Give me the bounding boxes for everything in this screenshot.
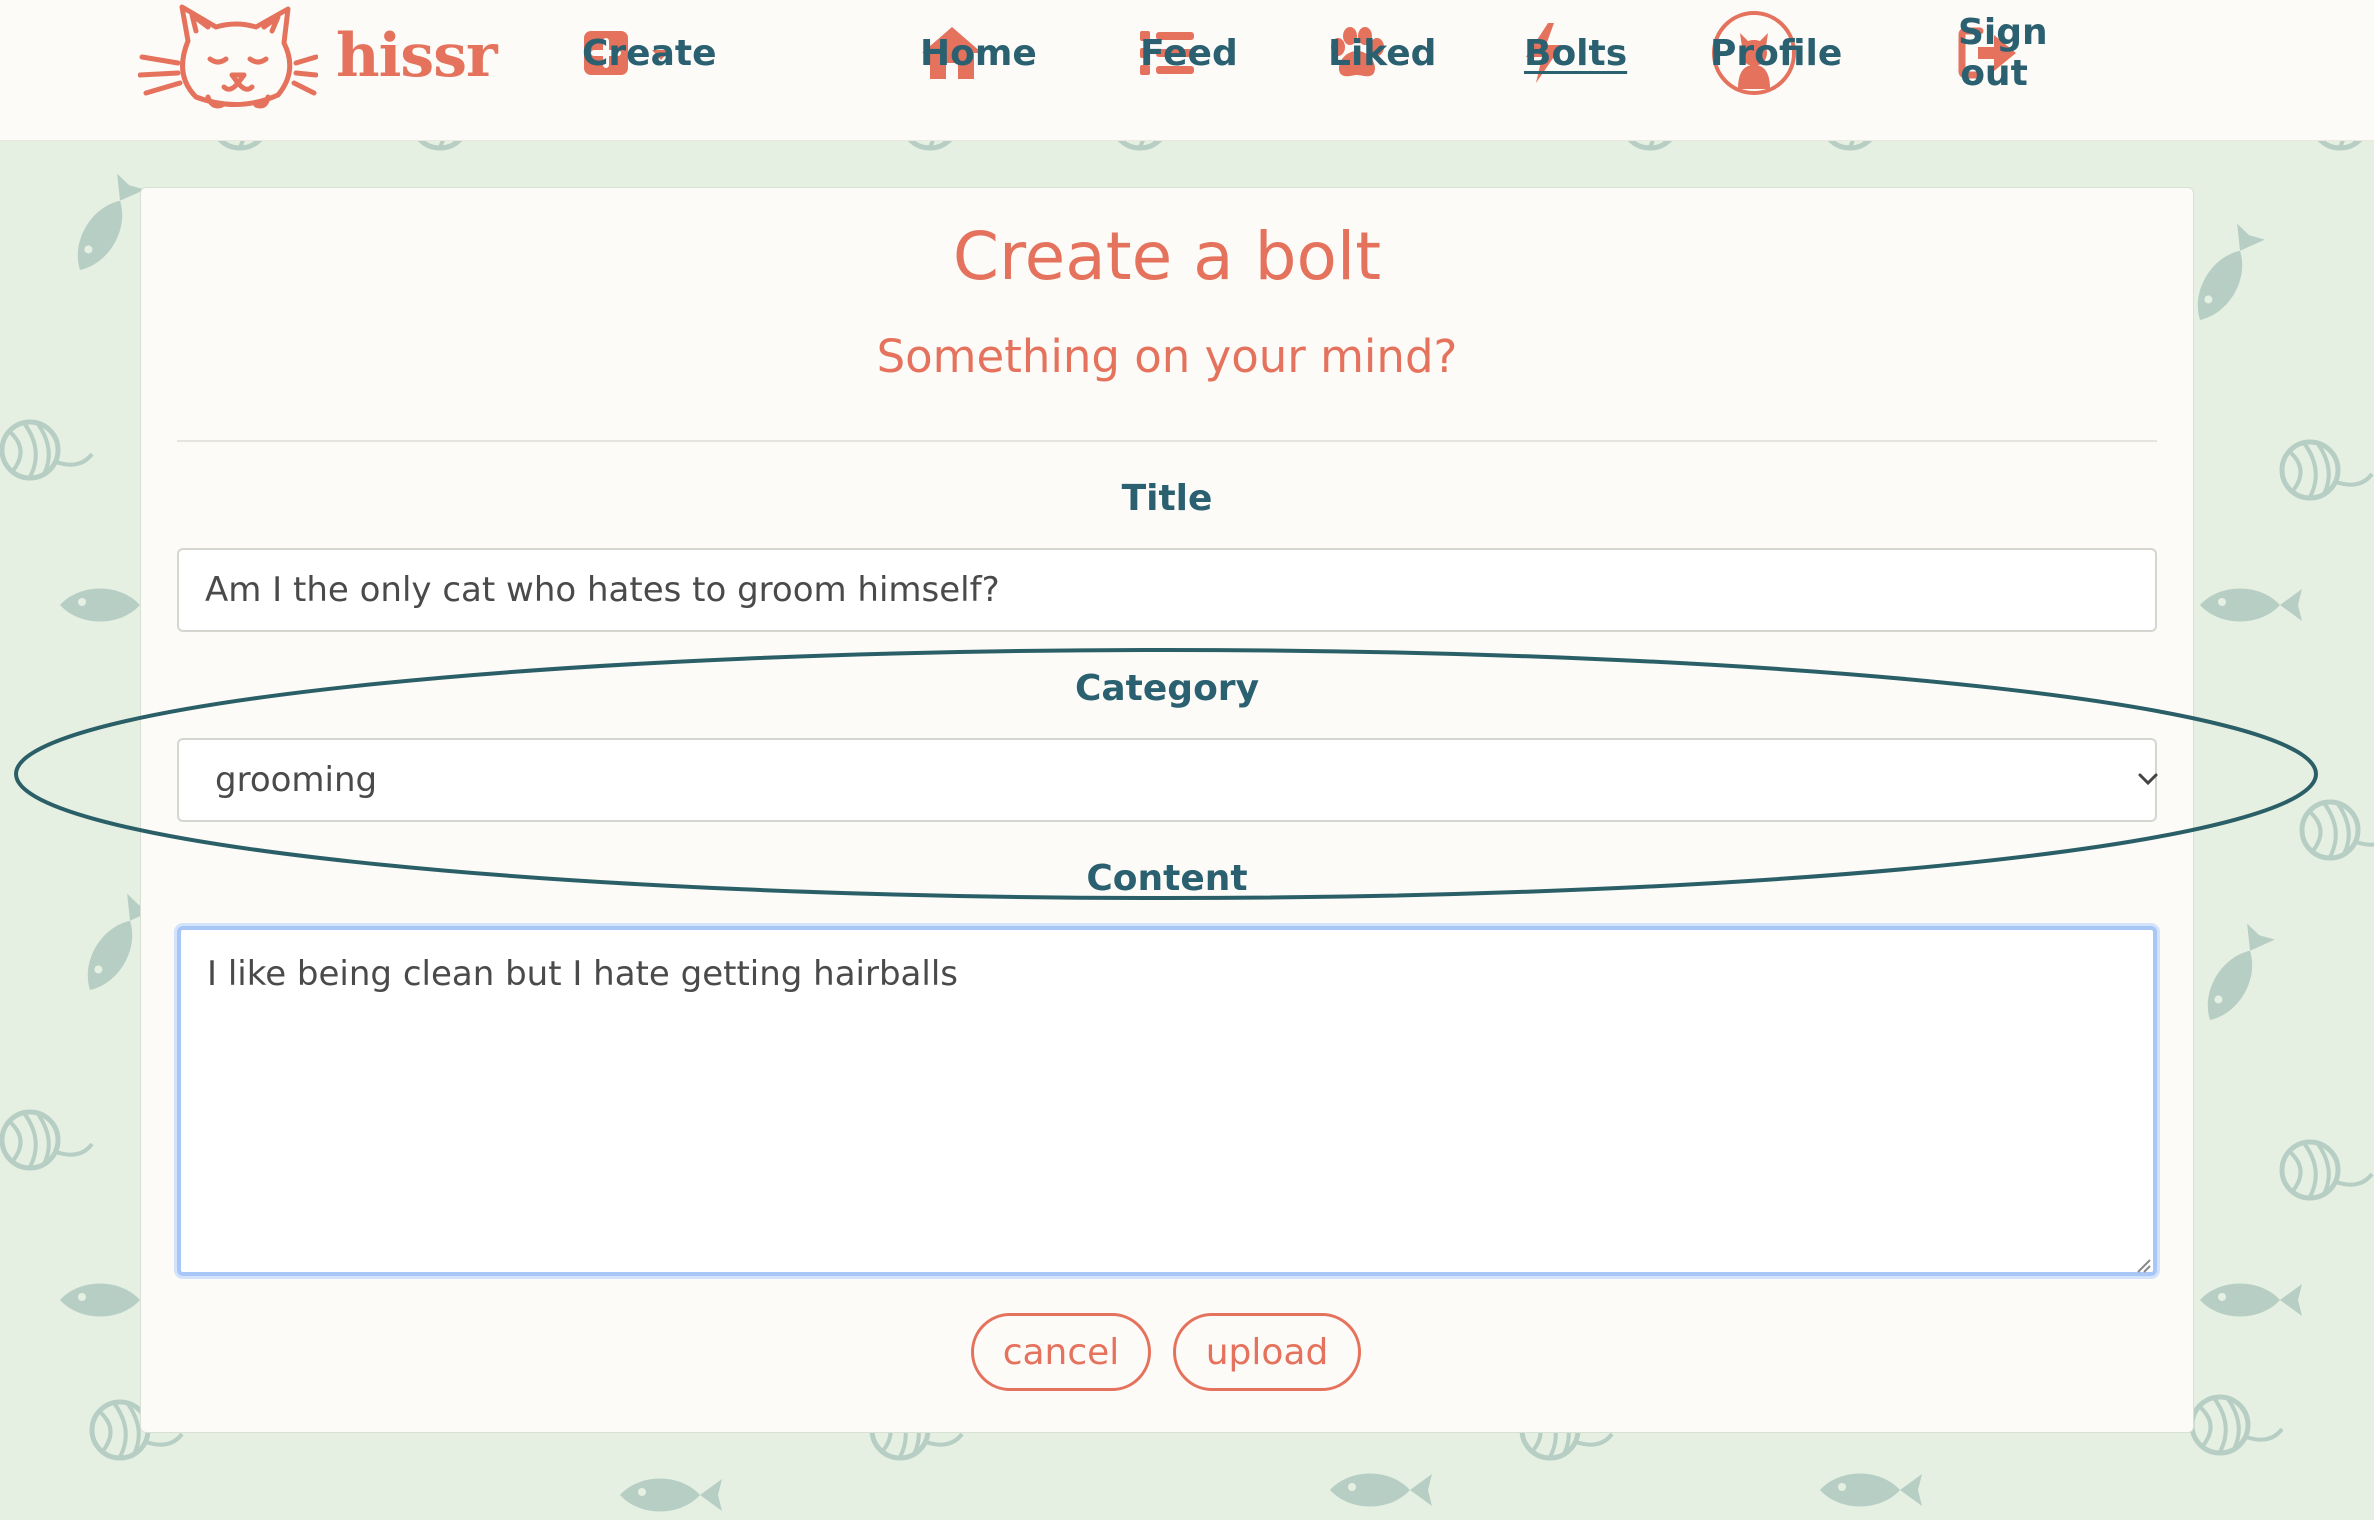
category-label: Category	[1074, 668, 1260, 709]
cat-face-logo	[138, 4, 318, 109]
nav-home-label: Home	[920, 32, 1037, 74]
page-title: Create a bolt	[952, 218, 1382, 295]
nav-profile[interactable]: Profile	[1710, 0, 1843, 106]
resize-grip-icon[interactable]	[2134, 1256, 2152, 1274]
content-textarea[interactable]: I like being clean but I hate getting ha…	[177, 926, 2157, 1276]
nav-feed-label: Feed	[1140, 32, 1238, 74]
nav-feed[interactable]: Feed	[1140, 0, 1238, 106]
navbar: hissr Create Home Feed Liked Bolts Profi…	[0, 0, 2374, 141]
nav-home[interactable]: Home	[920, 0, 1037, 106]
content-label: Content	[1086, 858, 1248, 899]
nav-create-label: Create	[582, 32, 717, 74]
brand-link[interactable]: hissr	[138, 0, 498, 112]
page-subtitle: Something on your mind?	[876, 330, 1458, 383]
nav-bolts[interactable]: Bolts	[1524, 0, 1628, 106]
nav-signout[interactable]: Sign out	[1958, 0, 2048, 106]
nav-create-dropdown[interactable]: Create	[582, 0, 717, 106]
nav-profile-label: Profile	[1710, 32, 1843, 74]
nav-bolts-label: Bolts	[1524, 32, 1628, 74]
category-select[interactable]: grooming	[177, 738, 2157, 822]
title-input[interactable]	[177, 548, 2157, 632]
title-label: Title	[1121, 478, 1213, 519]
cancel-button[interactable]: cancel	[971, 1313, 1151, 1391]
nav-signout-label: Sign out	[1958, 12, 2048, 94]
nav-liked[interactable]: Liked	[1328, 0, 1437, 106]
chevron-down-icon	[2138, 773, 2158, 786]
upload-button[interactable]: upload	[1173, 1313, 1361, 1391]
create-bolt-card: Create a bolt Something on your mind? Ti…	[140, 187, 2194, 1433]
brand-name: hissr	[336, 21, 498, 91]
nav-liked-label: Liked	[1328, 32, 1437, 74]
divider	[177, 440, 2157, 442]
